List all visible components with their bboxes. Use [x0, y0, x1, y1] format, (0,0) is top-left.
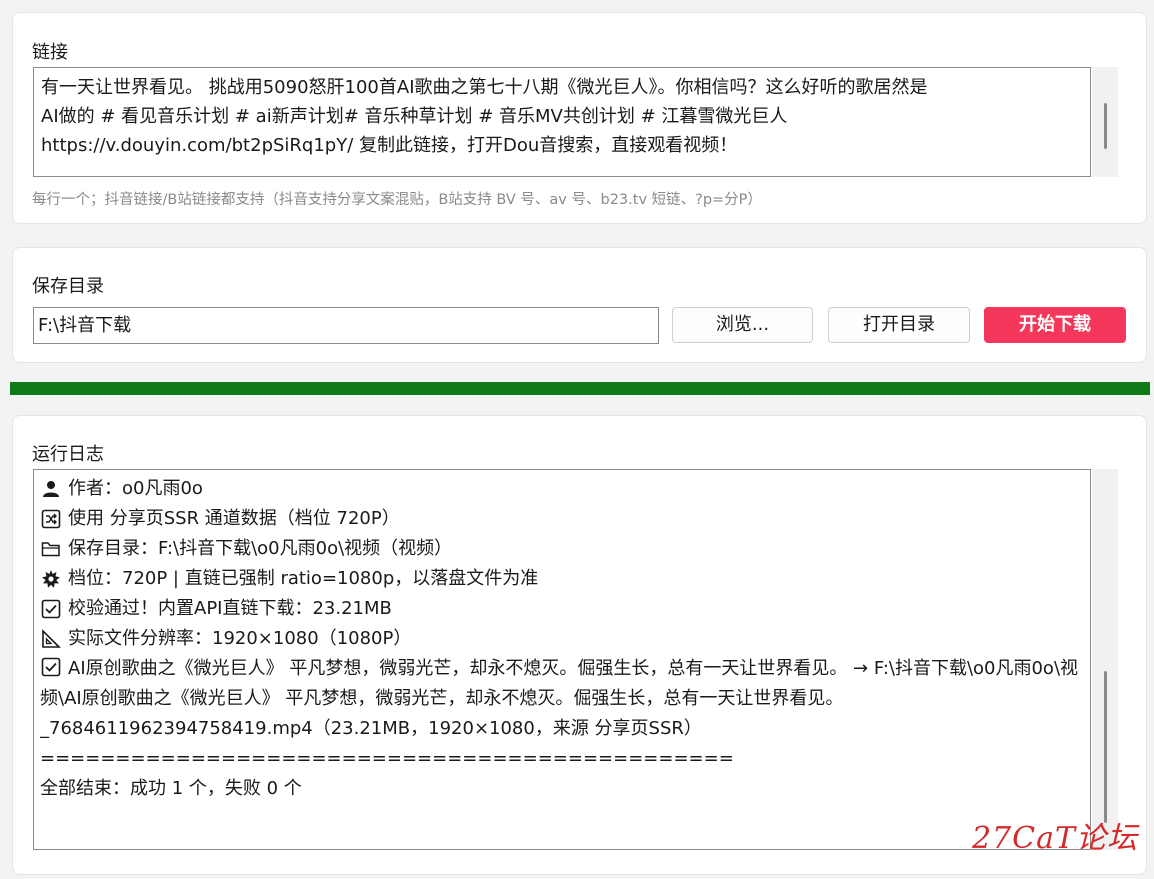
log-line: 使用 分享页SSR 通道数据（档位 720P）: [40, 504, 1084, 534]
log-text: 使用 分享页SSR 通道数据（档位 720P）: [68, 508, 400, 529]
links-card: 链接 有一天让世界看见。 挑战用5090怒肝100首AI歌曲之第七十八期《微光巨…: [12, 12, 1147, 224]
links-label: 链接: [32, 42, 68, 63]
start-download-button[interactable]: 开始下载: [984, 307, 1126, 343]
gear-icon: [42, 570, 60, 588]
log-scrollbar-thumb[interactable]: [1104, 671, 1107, 823]
download-progress-bar: [10, 382, 1150, 395]
watermark: 27CaT论坛: [971, 821, 1138, 856]
save-dir-input[interactable]: F:\抖音下载: [33, 307, 659, 344]
log-line: 校验通过！内置API直链下载：23.21MB: [40, 594, 1084, 624]
open-dir-button[interactable]: 打开目录: [828, 307, 970, 343]
links-line: AI做的 # 看见音乐计划 # ai新声计划# 音乐种草计划 # 音乐MV共创计…: [41, 106, 788, 127]
shuffle-icon: [41, 509, 61, 529]
log-card: 运行日志 作者：o0凡雨0o 使用 分享页SSR 通道数据（档位 720P） 保…: [12, 415, 1147, 875]
check-box-icon: [41, 657, 61, 677]
links-line: 有一天让世界看见。 挑战用5090怒肝100首AI歌曲之第七十八期《微光巨人》。…: [41, 77, 928, 98]
log-label: 运行日志: [32, 444, 104, 465]
log-text: 保存目录：F:\抖音下载\o0凡雨0o\视频（视频）: [68, 538, 453, 559]
log-scrollbar[interactable]: [1092, 469, 1118, 850]
save-dir-card: 保存目录 F:\抖音下载 浏览... 打开目录 开始下载: [12, 247, 1147, 363]
links-hint: 每行一个；抖音链接/B站链接都支持（抖音支持分享文案混贴，B站支持 BV 号、a…: [32, 192, 762, 208]
triangle-ruler-icon: [42, 629, 61, 648]
links-textarea[interactable]: 有一天让世界看见。 挑战用5090怒肝100首AI歌曲之第七十八期《微光巨人》。…: [33, 67, 1091, 177]
log-line: 保存目录：F:\抖音下载\o0凡雨0o\视频（视频）: [40, 534, 1084, 564]
folder-icon: [41, 542, 60, 557]
log-line: 档位：720P | 直链已强制 ratio=1080p，以落盘文件为准: [40, 564, 1084, 594]
log-text: 实际文件分辨率：1920×1080（1080P）: [68, 628, 412, 649]
progress-fill: [10, 382, 1150, 395]
log-textarea[interactable]: 作者：o0凡雨0o 使用 分享页SSR 通道数据（档位 720P） 保存目录：F…: [33, 469, 1091, 850]
browse-button[interactable]: 浏览...: [672, 307, 813, 343]
log-line: AI原创歌曲之《微光巨人》 平凡梦想，微弱光芒，却永不熄灭。倔强生长，总有一天让…: [40, 654, 1084, 744]
links-scrollbar[interactable]: [1092, 67, 1118, 177]
check-box-icon: [41, 599, 61, 619]
log-text: 校验通过！内置API直链下载：23.21MB: [68, 598, 392, 619]
log-text: 档位：720P | 直链已强制 ratio=1080p，以落盘文件为准: [68, 568, 539, 589]
log-separator: ========================================…: [40, 748, 734, 769]
log-line: 作者：o0凡雨0o: [40, 474, 1084, 504]
log-line: ========================================…: [40, 744, 1084, 774]
log-text: AI原创歌曲之《微光巨人》 平凡梦想，微弱光芒，却永不熄灭。倔强生长，总有一天让…: [40, 658, 1079, 739]
log-line: 全部结束：成功 1 个，失败 0 个: [40, 774, 1084, 804]
links-line: https://v.douyin.com/bt2pSiRq1pY/ 复制此链接，…: [41, 135, 738, 156]
save-dir-label: 保存目录: [32, 276, 104, 297]
links-scrollbar-thumb[interactable]: [1104, 103, 1107, 149]
log-line: 实际文件分辨率：1920×1080（1080P）: [40, 624, 1084, 654]
log-text: 全部结束：成功 1 个，失败 0 个: [40, 778, 302, 799]
log-text: 作者：o0凡雨0o: [68, 478, 203, 499]
person-icon: [43, 481, 59, 497]
